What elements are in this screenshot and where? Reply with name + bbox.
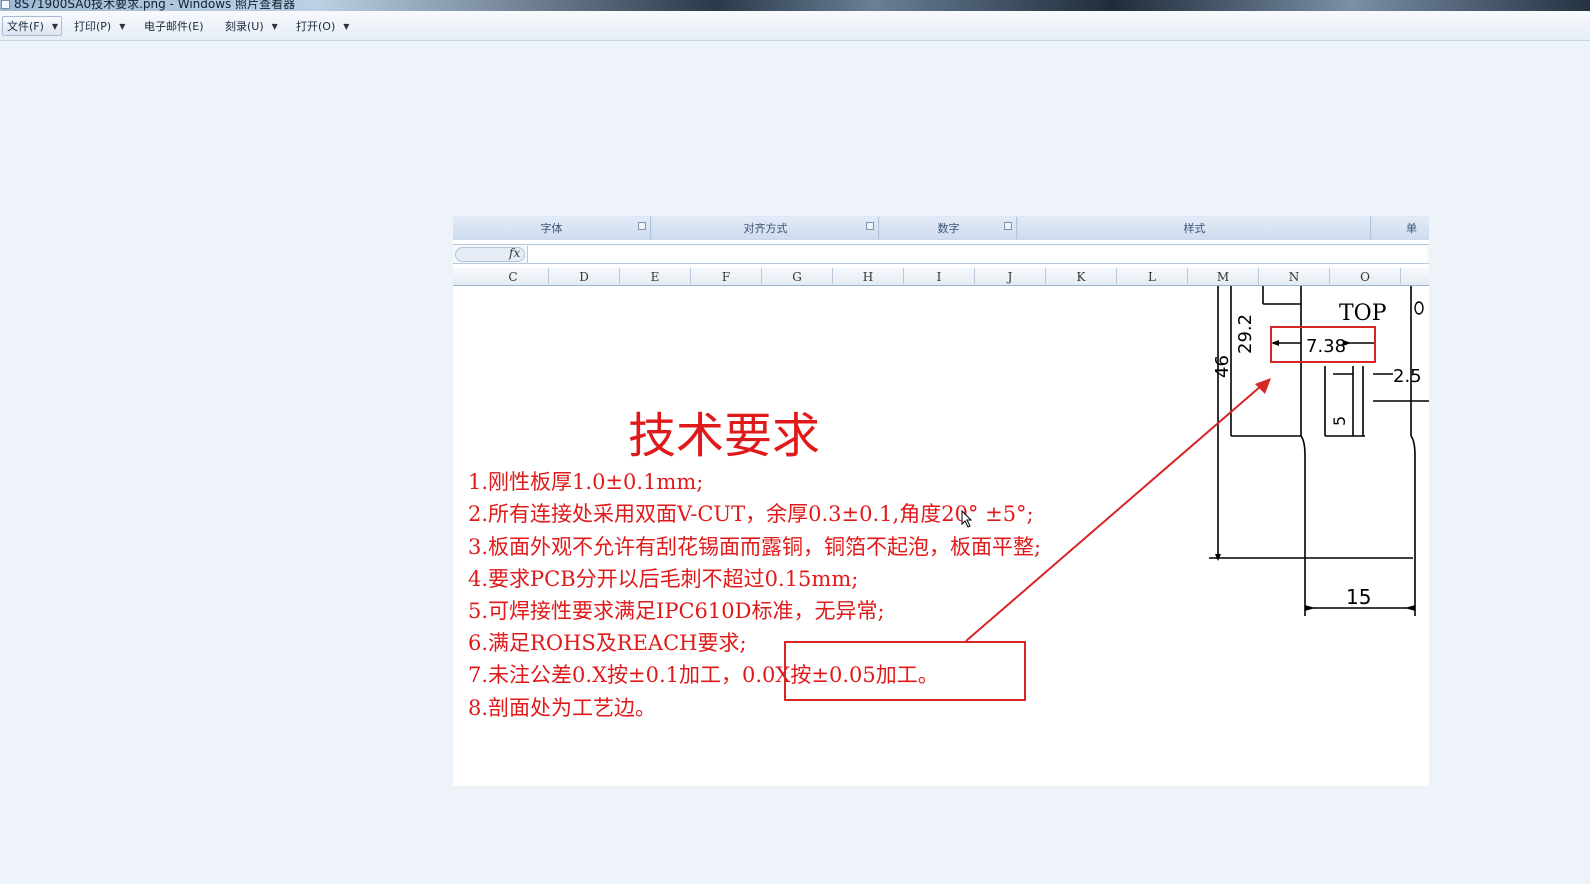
ribbon-group-styles: 样式: [1019, 217, 1371, 239]
ribbon-group-alignment: 对齐方式: [653, 217, 879, 239]
ribbon-group-font: 字体: [453, 217, 651, 239]
dialog-launcher-icon: [866, 222, 874, 230]
dialog-launcher-icon: [638, 222, 646, 230]
ribbon-group-cells: 单: [1373, 217, 1429, 239]
fx-icon: fx: [509, 246, 521, 260]
dialog-launcher-icon: [1004, 222, 1012, 230]
ribbon-group-label: 字体: [540, 222, 563, 235]
drawing-dim-5: 5: [1330, 416, 1349, 426]
ribbon-group-bar: 字体 对齐方式 数字 样式 单: [453, 216, 1429, 240]
window-titlebar: 8S71900SA0技术要求.png - Windows 照片查看器: [0, 0, 1590, 11]
menu-burn-label: 刻录(U): [225, 20, 264, 33]
chevron-down-icon: ▼: [51, 21, 59, 31]
chevron-down-icon: ▼: [343, 21, 350, 31]
ribbon-group-label: 数字: [937, 222, 960, 235]
column-header: H: [833, 268, 904, 286]
drawing-label-top: TOP: [1339, 301, 1387, 326]
drawing-dim-25: 2.5: [1393, 366, 1422, 387]
menu-print-label: 打印(P): [74, 20, 112, 33]
column-header: G: [762, 268, 833, 286]
menu-open[interactable]: 打开(O) ▼: [292, 16, 353, 36]
column-header: K: [1046, 268, 1117, 286]
chevron-down-icon: ▼: [119, 21, 126, 31]
column-headers: C D E F G H I J K L M N O: [453, 268, 1429, 286]
menu-bar: 文件(F) ▼ 打印(P) ▼ 电子邮件(E) 刻录(U) ▼ 打开(O) ▼: [0, 11, 1590, 41]
drawing-dim-29: 29.2: [1235, 314, 1256, 354]
menu-email-label: 电子邮件(E): [144, 20, 204, 33]
column-header: D: [549, 268, 620, 286]
menu-print[interactable]: 打印(P) ▼: [70, 16, 129, 36]
pcb-outline-drawing: TOP 7.38 2.5 15 29.2 46 5: [965, 286, 1429, 642]
formula-input: [527, 246, 1427, 263]
ribbon-group-label: 样式: [1183, 222, 1206, 235]
menu-burn[interactable]: 刻录(U) ▼: [221, 16, 282, 36]
menu-file[interactable]: 文件(F) ▼: [2, 16, 62, 36]
ribbon-group-label: 单: [1406, 222, 1417, 235]
drawing-dim-15: 15: [1346, 585, 1371, 609]
menu-email[interactable]: 电子邮件(E): [140, 16, 208, 36]
drawing-dim-46: 46: [1212, 355, 1233, 378]
menu-file-label: 文件(F): [7, 20, 44, 33]
column-header: I: [904, 268, 975, 286]
photo-viewer-icon: [1, 0, 10, 9]
column-header: C: [478, 268, 549, 286]
mouse-cursor-icon: [961, 510, 973, 528]
drawing-dim-width: 7.38: [1306, 336, 1346, 357]
annotation-arrowhead: [1255, 378, 1271, 394]
ribbon-group-label: 对齐方式: [743, 222, 788, 235]
column-header: M: [1188, 268, 1259, 286]
column-header: L: [1117, 268, 1188, 286]
column-header: F: [691, 268, 762, 286]
formula-bar: fx: [453, 244, 1429, 264]
ribbon-group-number: 数字: [881, 217, 1017, 239]
column-header: E: [620, 268, 691, 286]
displayed-image[interactable]: 字体 对齐方式 数字 样式 单 fx C D E F G H I J K L M…: [453, 216, 1429, 786]
column-header: N: [1259, 268, 1330, 286]
menu-open-label: 打开(O): [296, 20, 336, 33]
column-header: O: [1330, 268, 1401, 286]
annotation-arrow-line: [965, 385, 1262, 642]
window-title: 8S71900SA0技术要求.png - Windows 照片查看器: [14, 0, 296, 11]
chevron-down-icon: ▼: [271, 21, 278, 31]
column-header: J: [975, 268, 1046, 286]
